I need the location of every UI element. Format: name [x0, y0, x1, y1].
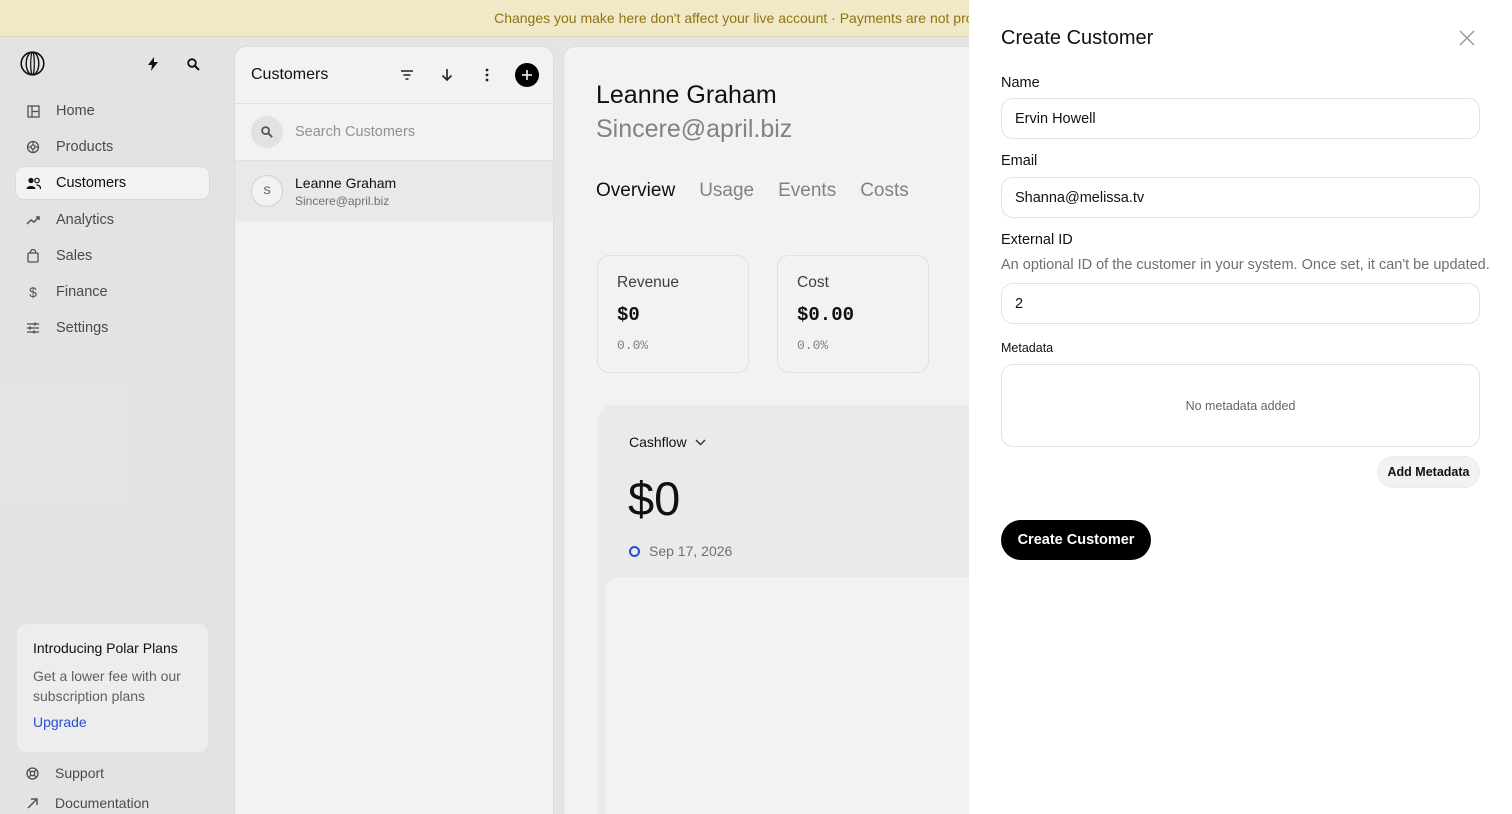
external-id-help: An optional ID of the customer in your s… [1001, 257, 1490, 273]
metadata-label: Metadata [1001, 341, 1054, 355]
name-field[interactable] [1001, 98, 1480, 139]
external-id-field[interactable] [1001, 283, 1480, 324]
add-metadata-button[interactable]: Add Metadata [1377, 456, 1480, 488]
drawer-title: Create Customer [1001, 27, 1154, 49]
modal-overlay[interactable] [0, 0, 969, 814]
create-customer-drawer: Create Customer Name Email External ID A… [969, 0, 1512, 814]
metadata-empty-text: No metadata added [1185, 398, 1296, 413]
email-field[interactable] [1001, 177, 1480, 218]
create-customer-button[interactable]: Create Customer [1001, 520, 1151, 560]
close-icon[interactable] [1458, 29, 1476, 47]
metadata-list: No metadata added [1001, 364, 1480, 447]
external-id-label: External ID [1001, 232, 1073, 248]
email-label: Email [1001, 153, 1038, 169]
name-label: Name [1001, 75, 1040, 91]
